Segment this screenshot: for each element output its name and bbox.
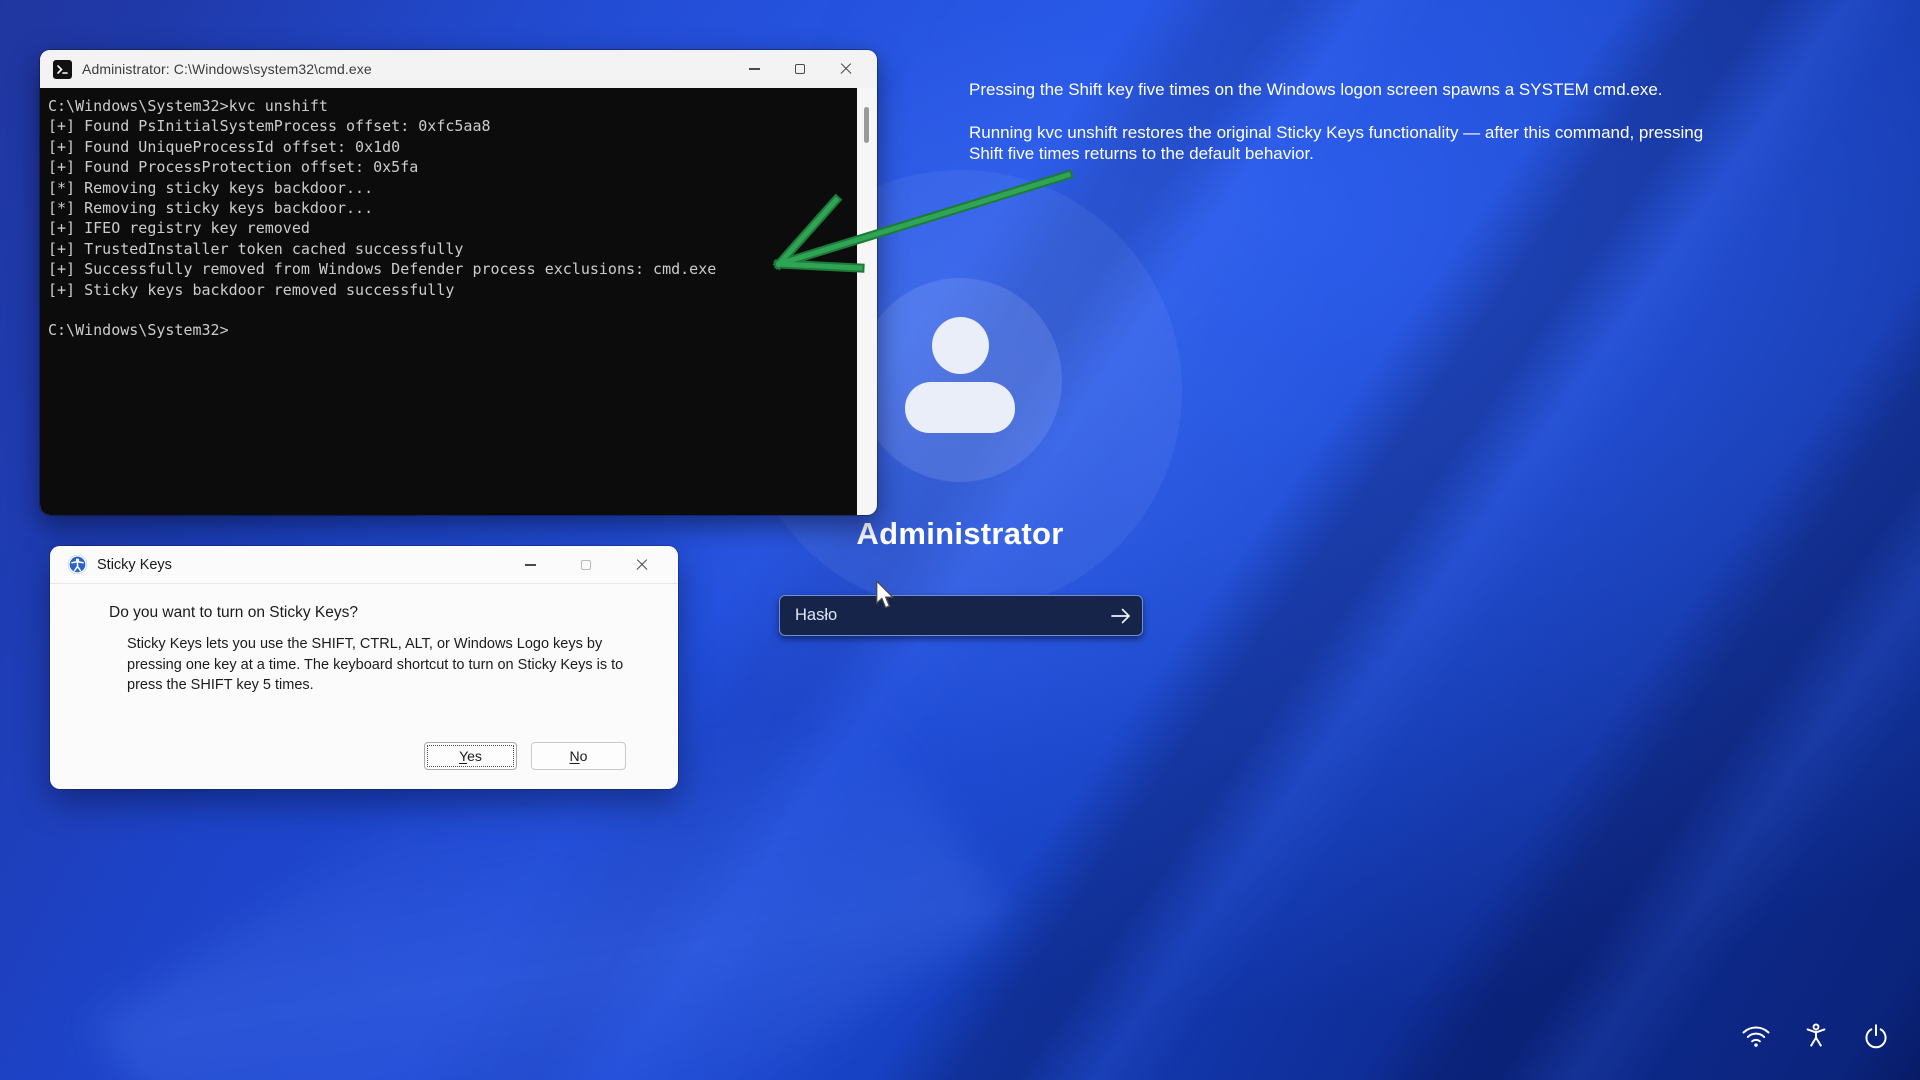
terminal-area[interactable]: C:\Windows\System32>kvc unshift [+] Foun… bbox=[40, 88, 877, 515]
cmd-window: Administrator: C:\Windows\system32\cmd.e… bbox=[40, 50, 877, 515]
dialog-maximize-button bbox=[558, 546, 614, 584]
arrow-right-icon bbox=[1109, 607, 1133, 625]
accessibility-icon[interactable] bbox=[1798, 1018, 1834, 1054]
close-icon bbox=[840, 63, 852, 75]
windows-logon-screen: Administrator Administr bbox=[0, 0, 1920, 1080]
terminal-prompt: C:\Windows\System32> bbox=[48, 320, 716, 340]
username-label: Administrator bbox=[660, 516, 1260, 552]
terminal-line: [*] Removing sticky keys backdoor... bbox=[48, 198, 716, 218]
annotation-text: Pressing the Shift key five times on the… bbox=[969, 79, 1714, 164]
maximize-icon bbox=[795, 64, 805, 74]
wifi-icon[interactable] bbox=[1738, 1018, 1774, 1054]
cmd-titlebar[interactable]: Administrator: C:\Windows\system32\cmd.e… bbox=[40, 50, 877, 88]
cmd-window-title: Administrator: C:\Windows\system32\cmd.e… bbox=[82, 61, 372, 77]
sticky-keys-icon bbox=[67, 554, 88, 575]
terminal-line: [+] TrustedInstaller token cached succes… bbox=[48, 239, 716, 259]
power-icon[interactable] bbox=[1858, 1018, 1894, 1054]
no-button[interactable]: No bbox=[531, 742, 626, 770]
yes-button[interactable]: Yes bbox=[424, 742, 517, 770]
system-tray bbox=[1738, 1018, 1894, 1054]
annotation-paragraph-1: Pressing the Shift key five times on the… bbox=[969, 79, 1714, 100]
dialog-title: Sticky Keys bbox=[97, 557, 172, 573]
avatar-head bbox=[932, 317, 989, 374]
avatar bbox=[858, 278, 1062, 482]
dialog-heading: Do you want to turn on Sticky Keys? bbox=[109, 604, 358, 622]
password-input[interactable] bbox=[780, 596, 1100, 635]
terminal-line: [+] Found ProcessProtection offset: 0x5f… bbox=[48, 157, 716, 177]
cmd-close-button[interactable] bbox=[823, 50, 869, 88]
cmd-maximize-button[interactable] bbox=[777, 50, 823, 88]
avatar-body bbox=[905, 382, 1015, 433]
terminal-line: [*] Removing sticky keys backdoor... bbox=[48, 178, 716, 198]
terminal-line: [+] Sticky keys backdoor removed success… bbox=[48, 280, 716, 300]
submit-arrow-button[interactable] bbox=[1100, 596, 1142, 635]
cmd-app-icon bbox=[53, 60, 72, 79]
scrollbar-thumb[interactable] bbox=[864, 107, 869, 143]
dialog-body-text: Sticky Keys lets you use the SHIFT, CTRL… bbox=[127, 634, 642, 696]
dialog-minimize-button[interactable] bbox=[502, 546, 558, 584]
password-field[interactable] bbox=[779, 595, 1143, 636]
dialog-titlebar[interactable]: Sticky Keys bbox=[50, 546, 678, 584]
terminal-line: [+] IFEO registry key removed bbox=[48, 218, 716, 238]
maximize-icon bbox=[581, 560, 591, 570]
annotation-paragraph-2: Running kvc unshift restores the origina… bbox=[969, 122, 1714, 164]
close-icon bbox=[636, 559, 648, 571]
minimize-icon bbox=[749, 68, 760, 69]
terminal-output: C:\Windows\System32>kvc unshift [+] Foun… bbox=[40, 88, 716, 341]
terminal-line: [+] Successfully removed from Windows De… bbox=[48, 259, 716, 279]
terminal-line: [+] Found UniqueProcessId offset: 0x1d0 bbox=[48, 137, 716, 157]
terminal-scrollbar[interactable] bbox=[857, 88, 877, 515]
terminal-line: [+] Found PsInitialSystemProcess offset:… bbox=[48, 116, 716, 136]
dialog-close-button[interactable] bbox=[614, 546, 670, 584]
cmd-minimize-button[interactable] bbox=[731, 50, 777, 88]
sticky-keys-dialog: Sticky Keys Do you want to turn on Stick… bbox=[50, 546, 678, 789]
minimize-icon bbox=[525, 564, 536, 565]
terminal-line: C:\Windows\System32>kvc unshift bbox=[48, 96, 716, 116]
terminal-line bbox=[48, 300, 716, 320]
